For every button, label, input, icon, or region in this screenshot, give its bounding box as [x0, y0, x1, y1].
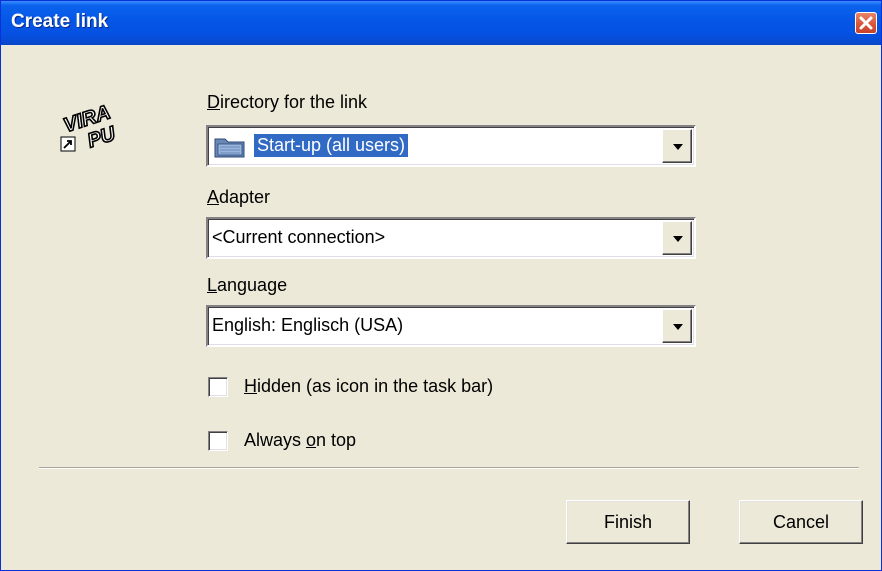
cancel-button[interactable]: Cancel	[739, 500, 863, 544]
adapter-dropdown-button[interactable]	[662, 221, 692, 255]
adapter-value: <Current connection>	[212, 227, 386, 247]
always-on-top-checkbox-label[interactable]: Always on top	[244, 430, 356, 451]
window-title: Create link	[11, 11, 109, 32]
close-icon	[856, 13, 876, 33]
directory-select[interactable]: Start-up (all users)	[206, 125, 696, 167]
close-button[interactable]	[855, 12, 877, 34]
title-bar[interactable]: Create link	[1, 1, 881, 45]
vira-pu-shortcut-icon: VIRA PU	[59, 93, 131, 155]
language-value: English: Englisch (USA)	[212, 315, 404, 335]
create-link-dialog: Create link VIRA PU Directory for the li…	[0, 0, 882, 571]
directory-value: Start-up (all users)	[254, 134, 409, 157]
hidden-checkbox[interactable]	[208, 377, 228, 397]
directory-label: Directory for the link	[207, 92, 368, 112]
language-select[interactable]: English: Englisch (USA)	[206, 305, 696, 347]
language-label: Language	[207, 275, 288, 295]
finish-button[interactable]: Finish	[566, 500, 690, 544]
separator	[39, 467, 859, 469]
hidden-checkbox-label[interactable]: Hidden (as icon in the task bar)	[244, 376, 493, 397]
adapter-label: Adapter	[207, 187, 271, 207]
language-dropdown-button[interactable]	[662, 309, 692, 343]
always-on-top-checkbox[interactable]	[208, 431, 228, 451]
directory-dropdown-button[interactable]	[662, 129, 692, 163]
adapter-select[interactable]: <Current connection>	[206, 217, 696, 259]
folder-icon	[214, 135, 246, 159]
